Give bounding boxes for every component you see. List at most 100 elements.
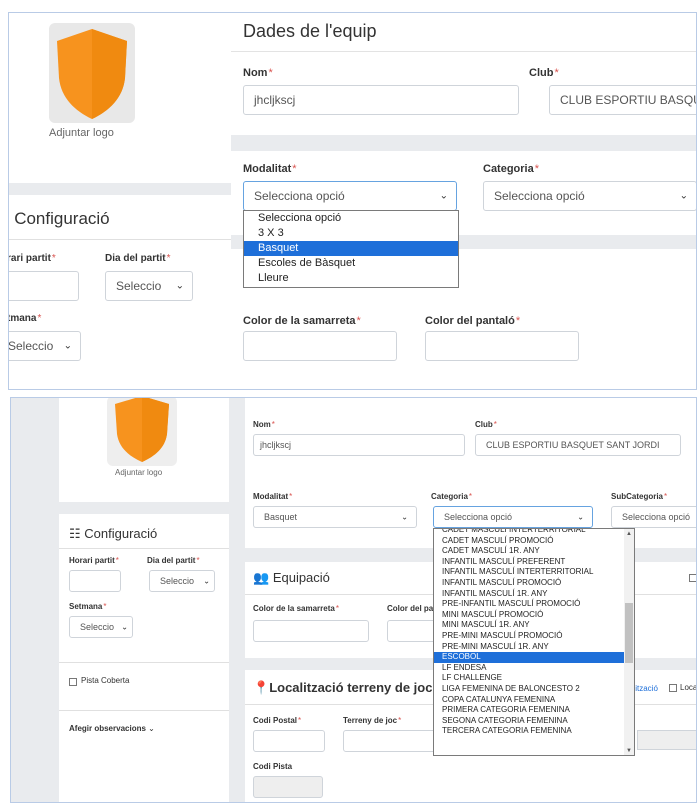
chevron-down-icon: ⌄ (175, 280, 184, 292)
modalitat-label: Modalitat* (253, 492, 293, 501)
categoria-dropdown[interactable]: CADET MASCULÍ INTERTERRITORIAL CADET MASC… (433, 528, 635, 756)
club-input[interactable]: CLUB ESPORTIU BASQUET SANT JORDI (475, 434, 681, 456)
section-title: Dades de l'equip (243, 21, 377, 41)
categoria-select[interactable]: Selecciona opció ⌄ (483, 181, 696, 211)
dropdown-option[interactable]: CADET MASCULÍ PROMOCIÓ (434, 536, 634, 547)
logo-label[interactable]: Adjuntar logo (115, 468, 162, 477)
bottom-screenshot: Adjuntar logo ☷ Configuració Horari part… (10, 397, 697, 803)
dropdown-option[interactable]: MINI MASCULÍ PROMOCIÓ (434, 610, 634, 621)
equipacio-checkbox[interactable] (689, 574, 696, 582)
subcategoria-label: SubCategoria* (611, 492, 668, 501)
dropdown-option[interactable]: Basquet (244, 241, 458, 256)
table-icon: ☷ (69, 526, 85, 541)
pista-coberta-label: Pista Coberta (81, 676, 130, 685)
dropdown-option[interactable]: Escoles de Bàsquet (244, 256, 458, 271)
chevron-down-icon: ⌄ (148, 724, 155, 733)
horari-label: Horari partit* (69, 556, 119, 565)
chevron-down-icon: ⌄ (679, 190, 688, 202)
dropdown-option[interactable]: CADET MASCULÍ INTERTERRITORIAL (434, 529, 634, 536)
codi-pista-label: Codi Pista (253, 762, 293, 771)
nom-input[interactable]: jhcljkscj (253, 434, 465, 456)
pantalo-input[interactable] (425, 331, 579, 361)
modalitat-select[interactable]: Selecciona opció ⌄ (243, 181, 457, 211)
dropdown-option[interactable]: TERCERA CATEGORIA FEMENINA (434, 726, 634, 737)
subcategoria-select[interactable]: Selecciona opció (611, 506, 696, 528)
pista-coberta-checkbox[interactable] (69, 678, 77, 686)
logo-upload[interactable] (107, 398, 177, 466)
samarreta-input[interactable] (253, 620, 369, 642)
dia-select[interactable]: Seleccio ⌄ (149, 570, 215, 592)
horari-input[interactable] (9, 271, 79, 301)
codi-pista-input[interactable] (253, 776, 323, 798)
chevron-down-icon: ⌄ (121, 622, 128, 632)
loca-checkbox[interactable] (669, 684, 677, 692)
nom-input[interactable]: jhcljkscj (243, 85, 519, 115)
top-screenshot: Adjuntar logo ⁝ Configuració rari partit… (8, 12, 697, 390)
dropdown-option[interactable]: PRE-MINI MASCULÍ PROMOCIÓ (434, 631, 634, 642)
dropdown-option[interactable]: PRE-MINI MASCULÍ 1R. ANY (434, 642, 634, 653)
club-label: Club* (529, 67, 559, 79)
config-title: ⁝ Configuració (9, 209, 110, 228)
modalitat-label: Modalitat* (243, 163, 297, 175)
dia-label: Dia del partit* (147, 556, 200, 565)
codi-postal-input[interactable] (253, 730, 325, 752)
chevron-down-icon: ⌄ (401, 512, 408, 522)
categoria-select[interactable]: Selecciona opció ⌄ (433, 506, 593, 528)
modalitat-dropdown[interactable]: Selecciona opció 3 X 3 Basquet Escoles d… (243, 210, 459, 288)
pantalo-label: Color del pa (387, 604, 434, 613)
categoria-label: Categoria* (431, 492, 473, 501)
team-data-panel: Dades de l'equip Nom* Club* jhcljkscj CL… (231, 13, 696, 235)
dropdown-option[interactable]: LIGA FEMENINA DE BALONCESTO 2 (434, 684, 634, 695)
dropdown-option[interactable]: MINI MASCULÍ 1R. ANY (434, 620, 634, 631)
shield-icon (115, 398, 169, 462)
loca-label: Loca (680, 683, 697, 692)
map-marker-icon: 📍 (253, 680, 270, 695)
dropdown-option[interactable]: LF CHALLENGE (434, 673, 634, 684)
scrollbar-thumb[interactable] (625, 603, 633, 663)
terreny-input[interactable] (343, 730, 443, 752)
dropdown-option[interactable]: INFANTIL MASCULÍ PREFERENT (434, 557, 634, 568)
dropdown-option[interactable]: INFANTIL MASCULÍ 1R. ANY (434, 589, 634, 600)
team-data-panel: Nom* Club* jhcljkscj CLUB ESPORTIU BASQU… (245, 398, 696, 548)
logo-label[interactable]: Adjuntar logo (49, 127, 159, 139)
club-input[interactable]: CLUB ESPORTIU BASQU (549, 85, 696, 115)
users-icon: 👥 (253, 570, 273, 585)
equipacio-title: 👥 Equipació (253, 570, 330, 585)
logo-card: Adjuntar logo (9, 13, 231, 183)
dropdown-option[interactable]: 3 X 3 (244, 226, 458, 241)
setmana-select[interactable]: Seleccio ⌄ (69, 616, 133, 638)
codi-postal-label: Codi Postal* (253, 716, 302, 725)
pantalo-label: Color del pantaló* (425, 315, 521, 327)
dropdown-option[interactable]: SEGONA CATEGORIA FEMENINA (434, 716, 634, 727)
samarreta-input[interactable] (243, 331, 397, 361)
samarreta-label: Color de la samarreta* (243, 315, 361, 327)
dropdown-option[interactable]: INFANTIL MASCULÍ INTERTERRITORIAL (434, 567, 634, 578)
logo-upload[interactable] (49, 23, 135, 123)
dropdown-option[interactable]: COPA CATALUNYA FEMENINA (434, 695, 634, 706)
dropdown-option[interactable]: CADET MASCULÍ 1R. ANY (434, 546, 634, 557)
terreny-label: Terreny de joc* (343, 716, 402, 725)
dropdown-option[interactable]: Selecciona opció (244, 211, 458, 226)
logo-card: Adjuntar logo (59, 398, 229, 502)
dropdown-option[interactable]: PRE-INFANTIL MASCULÍ PROMOCIÓ (434, 599, 634, 610)
setmana-select[interactable]: Seleccio ⌄ (9, 331, 81, 361)
config-card: ⁝ Configuració rari partit* Dia del part… (8, 195, 231, 389)
setmana-label: tmana* (8, 313, 42, 324)
dropdown-option[interactable]: ESCOBOL (434, 652, 634, 663)
localitzacio-title: 📍Localització terreny de joc (253, 680, 433, 695)
horari-input[interactable] (69, 570, 121, 592)
dia-select[interactable]: Seleccio ⌄ (105, 271, 193, 301)
shield-icon (57, 29, 127, 119)
categoria-label: Categoria* (483, 163, 540, 175)
dropdown-option[interactable]: INFANTIL MASCULÍ PROMOCIÓ (434, 578, 634, 589)
chevron-down-icon: ⌄ (577, 512, 584, 522)
modalitat-select[interactable]: Basquet ⌄ (253, 506, 417, 528)
dropdown-option[interactable]: PRIMERA CATEGORIA FEMENINA (434, 705, 634, 716)
dropdown-option[interactable]: Lleure (244, 271, 458, 286)
dropdown-scrollbar[interactable]: ▲ ▼ (624, 529, 634, 755)
chevron-down-icon: ⌄ (203, 576, 210, 586)
dropdown-option[interactable]: LF ENDESA (434, 663, 634, 674)
horari-label: rari partit* (8, 253, 56, 264)
nom-label: Nom* (243, 67, 273, 79)
observacions-toggle[interactable]: Afegir observacions ⌄ (69, 724, 155, 733)
